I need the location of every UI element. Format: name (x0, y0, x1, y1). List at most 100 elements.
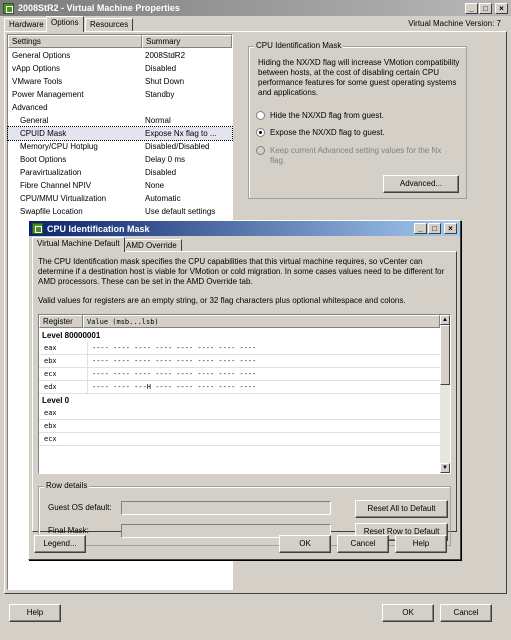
dialog-title: CPU Identification Mask (47, 223, 150, 234)
options-row[interactable]: Boot Options Delay 0 ms (8, 153, 232, 166)
options-row[interactable]: CPUID Mask Expose Nx flag to ... (7, 126, 233, 141)
main-titlebar[interactable]: 2008StR2 - Virtual Machine Properties _ … (0, 0, 511, 16)
cpu-mask-group-title: CPU Identification Mask (254, 41, 344, 50)
option-summary: Automatic (145, 194, 181, 203)
tab-resources[interactable]: Resources (85, 18, 134, 32)
mask-description-3: AMD processors. These can be set in the … (38, 277, 253, 286)
minimize-icon[interactable]: _ (414, 223, 427, 234)
close-icon[interactable]: × (495, 2, 508, 14)
options-row[interactable]: Advanced (8, 101, 232, 114)
nx-description-4: and applications. (258, 88, 319, 97)
register-row[interactable]: eax (39, 407, 440, 420)
register-row[interactable]: ebx ---- ---- ---- ---- ---- ---- ---- --… (39, 355, 440, 368)
scroll-up-icon[interactable]: ▲ (440, 315, 450, 325)
radio-hide-nx[interactable] (256, 111, 265, 120)
option-setting: Fibre Channel NPIV (20, 181, 92, 190)
register-name: ecx (44, 370, 57, 378)
option-summary: Disabled/Disabled (145, 142, 210, 151)
guest-os-default-label: Guest OS default: (48, 503, 112, 512)
option-summary: Disabled (145, 168, 177, 177)
options-row[interactable]: vApp Options Disabled (8, 62, 232, 75)
options-row[interactable]: General Options 2008StdR2 (8, 49, 232, 62)
main-help-button[interactable]: Help (9, 604, 61, 622)
maximize-icon[interactable]: □ (428, 223, 441, 234)
reset-all-button[interactable]: Reset All to Default (355, 500, 448, 518)
cpu-mask-group: CPU Identification Mask Hiding the NX/XD… (248, 41, 467, 199)
option-setting: VMware Tools (12, 77, 63, 86)
options-row[interactable]: General Normal (8, 114, 232, 127)
register-row[interactable]: ebx (39, 420, 440, 433)
nx-description-2: between hosts, at the cost of disabling … (258, 68, 439, 77)
valid-values-text: Valid values for registers are an empty … (38, 296, 406, 305)
option-setting: Power Management (12, 90, 84, 99)
options-row[interactable]: Swapfile Location Use default settings (8, 205, 232, 218)
option-setting: Advanced (12, 103, 48, 112)
radio-keep-current[interactable] (256, 146, 265, 155)
vm-icon (3, 2, 14, 14)
register-scrollbar[interactable]: ▲ ▼ (440, 315, 450, 473)
dialog-titlebar[interactable]: CPU Identification Mask _ □ × (29, 221, 460, 236)
cpu-mask-dialog: CPU Identification Mask _ □ × Virtual Ma… (28, 220, 461, 560)
options-row[interactable]: Fibre Channel NPIV None (8, 179, 232, 192)
tab-hardware[interactable]: Hardware (4, 18, 49, 32)
main-ok-button[interactable]: OK (382, 604, 434, 622)
option-setting: Memory/CPU Hotplug (20, 142, 98, 151)
level-0-heading: Level 0 (42, 396, 70, 405)
advanced-button[interactable]: Advanced... (383, 175, 459, 193)
radio-keep-current-label-1[interactable]: Keep current Advanced setting values for… (270, 146, 441, 155)
option-summary: Normal (145, 116, 171, 125)
maximize-icon[interactable]: □ (479, 2, 492, 14)
tab-vm-default[interactable]: Virtual Machine Default (32, 237, 125, 252)
header-value[interactable]: Value (msb...lsb) (83, 315, 440, 328)
register-value[interactable]: ---- ---- ---- ---- ---- ---- ---- ---- (87, 355, 437, 368)
options-row[interactable]: Paravirtualization Disabled (8, 166, 232, 179)
header-register[interactable]: Register (39, 315, 83, 328)
register-name: ebx (44, 357, 57, 365)
dialog-ok-button[interactable]: OK (279, 535, 331, 553)
legend-button[interactable]: Legend... (34, 535, 86, 553)
level-80000001-heading: Level 80000001 (42, 331, 101, 340)
option-setting: General (20, 116, 49, 125)
register-row[interactable]: ecx ---- ---- ---- ---- ---- ---- ---- --… (39, 368, 440, 381)
header-summary[interactable]: Summary (142, 35, 232, 48)
main-cancel-button[interactable]: Cancel (440, 604, 492, 622)
register-row[interactable]: ecx (39, 433, 440, 446)
radio-hide-nx-label[interactable]: Hide the NX/XD flag from guest. (270, 111, 384, 120)
register-row[interactable]: edx ---- ---- ---H ---- ---- ---- ---- --… (39, 381, 440, 394)
register-name: eax (44, 344, 57, 352)
vm-icon (32, 223, 43, 234)
scroll-down-icon[interactable]: ▼ (440, 463, 450, 473)
options-row[interactable]: Power Management Standby (8, 88, 232, 101)
nx-description-1: Hiding the NX/XD flag will increase VMot… (258, 58, 460, 67)
vm-version-label: Virtual Machine Version: 7 (408, 19, 501, 28)
register-value[interactable]: ---- ---- ---- ---- ---- ---- ---- ---- (87, 368, 437, 381)
guest-os-default-field (121, 501, 331, 515)
option-setting: Swapfile Location (20, 207, 83, 216)
minimize-icon[interactable]: _ (465, 2, 478, 14)
option-summary: Shut Down (145, 77, 185, 86)
register-name: ecx (44, 435, 57, 443)
dialog-cancel-button[interactable]: Cancel (337, 535, 389, 553)
close-icon[interactable]: × (444, 223, 457, 234)
options-row[interactable]: CPU/MMU Virtualization Automatic (8, 192, 232, 205)
scroll-thumb[interactable] (440, 325, 450, 385)
final-mask-label: Final Mask: (48, 526, 89, 535)
options-row[interactable]: VMware Tools Shut Down (8, 75, 232, 88)
options-row[interactable]: Memory/CPU Hotplug Disabled/Disabled (8, 140, 232, 153)
register-name: edx (44, 383, 57, 391)
header-settings[interactable]: Settings (8, 35, 142, 48)
register-row[interactable]: eax ---- ---- ---- ---- ---- ---- ---- --… (39, 342, 440, 355)
dialog-help-button[interactable]: Help (395, 535, 447, 553)
register-value[interactable]: ---- ---- ---H ---- ---- ---- ---- ---- (87, 381, 437, 394)
option-summary: Standby (145, 90, 175, 99)
option-summary: Delay 0 ms (145, 155, 186, 164)
radio-expose-nx-label[interactable]: Expose the NX/XD flag to guest. (270, 128, 385, 137)
tab-options[interactable]: Options (46, 16, 84, 32)
radio-expose-nx[interactable] (256, 128, 265, 137)
row-details-title: Row details (44, 481, 90, 490)
row-details-group: Row details Guest OS default: Final Mask… (38, 481, 451, 546)
option-setting: vApp Options (12, 64, 61, 73)
main-window-title: 2008StR2 - Virtual Machine Properties (18, 3, 180, 13)
register-value[interactable]: ---- ---- ---- ---- ---- ---- ---- ---- (87, 342, 437, 355)
mask-description-1: The CPU Identification mask specifies th… (38, 257, 423, 266)
